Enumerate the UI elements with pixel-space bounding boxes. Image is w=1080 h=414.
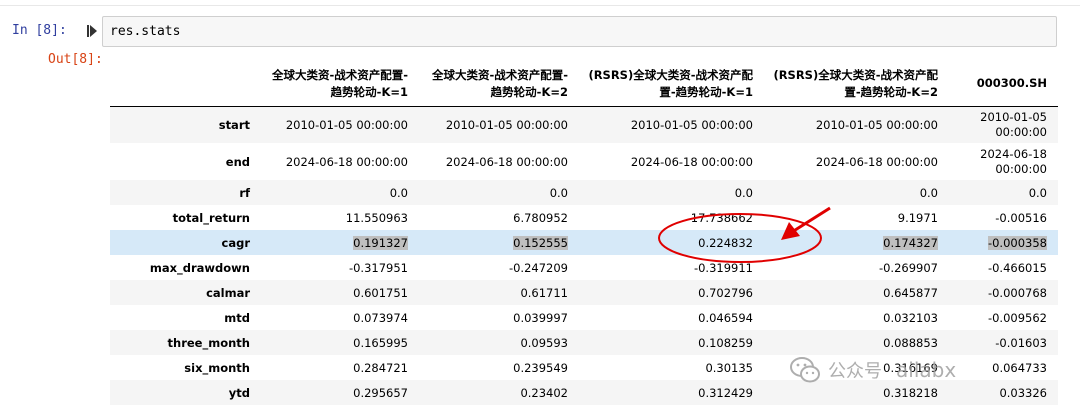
table-cell: 2010-01-05 00:00:00: [630, 117, 753, 132]
row-label: rf: [239, 185, 250, 200]
row-label: total_return: [172, 210, 250, 225]
table-cell: 0.601751: [353, 285, 408, 300]
table-cell: -0.269907: [878, 260, 938, 275]
column-header: 全球大类资-战术资产配置- 趋势轮动-K=1: [261, 62, 419, 107]
table-row: rf 0.0 0.0 0.0 0.0 0.0: [110, 180, 1058, 205]
table-cell: 6.780952: [513, 210, 568, 225]
selected-value: 0.224832: [698, 235, 753, 250]
table-cell: 2024-06-18 00:00:00: [630, 154, 753, 169]
row-label: end: [225, 154, 250, 169]
table-cell: 0.0: [1028, 185, 1047, 200]
row-label: three_month: [167, 335, 250, 350]
row-label: six_month: [184, 360, 250, 375]
table-cell: -0.00516: [995, 210, 1047, 225]
table-cell: 2010-01-05 00:00:00: [285, 117, 408, 132]
table-cell: 0.191327: [261, 230, 419, 255]
table-cell: -0.319911: [693, 260, 753, 275]
wechat-icon: [790, 357, 820, 383]
table-cell: 0.152555: [419, 230, 579, 255]
row-label: max_drawdown: [149, 260, 250, 275]
run-cell-icon[interactable]: [87, 25, 97, 37]
table-row: cagr 0.191327 0.152555 0.224832 0.174327 -0.0…: [110, 230, 1058, 255]
table-cell: -0.000768: [987, 285, 1047, 300]
table-cell: 0.174327: [764, 230, 949, 255]
table-cell: 2024-06-18 00:00:00: [285, 154, 408, 169]
row-label: cagr: [221, 235, 250, 250]
table-cell: 0.09593: [520, 335, 568, 350]
table-cell: 9.1971: [897, 210, 938, 225]
table-cell: 0.039997: [513, 310, 568, 325]
watermark-text-1: 公众号: [828, 361, 882, 382]
table-cell: -0.247209: [508, 260, 568, 275]
table-cell: 0.0: [734, 185, 753, 200]
table-cell: 2010-01-05 00:00:00: [980, 109, 1047, 139]
row-label: calmar: [206, 285, 250, 300]
table-cell: 2010-01-05 00:00:00: [815, 117, 938, 132]
table-cell: -0.009562: [987, 310, 1047, 325]
table-cell: 0.0: [549, 185, 568, 200]
output-prompt: Out[8]:: [48, 52, 103, 67]
input-prompt: In [8]:: [12, 23, 67, 38]
column-header: (RSRS)全球大类资-战术资产配 置-趋势轮动-K=1: [579, 62, 764, 107]
table-cell: 0.0: [919, 185, 938, 200]
table-row: start 2010-01-05 00:00:00 2010-01-05 00:00…: [110, 106, 1058, 143]
table-cell: 2010-01-05 00:00:00: [445, 117, 568, 132]
table-cell: 0.61711: [520, 285, 568, 300]
table-cell: 0.0: [389, 185, 408, 200]
table-cell: 0.295657: [353, 385, 408, 400]
table-cell: -0.317951: [348, 260, 408, 275]
table-cell: -0.01603: [995, 335, 1047, 350]
table-cell: 11.550963: [345, 210, 408, 225]
table-row: calmar 0.601751 0.61711 0.702796 0.645877 -0.…: [110, 280, 1058, 305]
selected-value: 0.152555: [513, 235, 568, 250]
table-cell: 0.032103: [883, 310, 938, 325]
table-cell: 2024-06-18 00:00:00: [980, 146, 1047, 176]
table-cell: 2024-06-18 00:00:00: [815, 154, 938, 169]
table-cell: 0.03326: [999, 385, 1047, 400]
table-cell: 0.064733: [992, 360, 1047, 375]
table-cell: 0.088853: [883, 335, 938, 350]
watermark-text-2: ailabx: [896, 358, 957, 382]
table-cell: 0.702796: [698, 285, 753, 300]
code-input[interactable]: res.stats: [102, 16, 1057, 47]
table-cell: 0.284721: [353, 360, 408, 375]
column-header: (RSRS)全球大类资-战术资产配 置-趋势轮动-K=2: [764, 62, 949, 107]
row-label: ytd: [228, 385, 250, 400]
table-cell: 0.30135: [705, 360, 753, 375]
selected-value: 0.191327: [353, 235, 408, 250]
table-cell: 0.046594: [698, 310, 753, 325]
watermark: 公众号 ailabx: [790, 355, 956, 385]
table-cell: 0.23402: [520, 385, 568, 400]
table-cell: 0.073974: [353, 310, 408, 325]
table-cell: 2024-06-18 00:00:00: [445, 154, 568, 169]
table-cell: 0.312429: [698, 385, 753, 400]
table-cell: -0.466015: [987, 260, 1047, 275]
selected-value: -0.000358: [987, 235, 1047, 250]
table-header-row: 全球大类资-战术资产配置- 趋势轮动-K=1 全球大类资-战术资产配置- 趋势轮动…: [110, 62, 1058, 107]
table-cell: 0.165995: [353, 335, 408, 350]
table-row: total_return 11.550963 6.780952 17.738662 9.…: [110, 205, 1058, 230]
table-row: end 2024-06-18 00:00:00 2024-06-18 00:00:0…: [110, 143, 1058, 180]
column-header: 000300.SH: [949, 62, 1058, 107]
table-cell: -0.000358: [949, 230, 1058, 255]
table-cell: 0.239549: [513, 360, 568, 375]
table-cell: 0.224832: [579, 230, 764, 255]
stats-table: 全球大类资-战术资产配置- 趋势轮动-K=1 全球大类资-战术资产配置- 趋势轮动…: [110, 62, 1058, 405]
table-row: mtd 0.073974 0.039997 0.046594 0.032103 -0.00…: [110, 305, 1058, 330]
row-label: start: [218, 117, 250, 132]
table-cell: 17.738662: [690, 210, 753, 225]
selected-value: 0.174327: [883, 235, 938, 250]
column-header: 全球大类资-战术资产配置- 趋势轮动-K=2: [419, 62, 579, 107]
table-cell: 0.645877: [883, 285, 938, 300]
row-label: mtd: [224, 310, 250, 325]
table-row: max_drawdown -0.317951 -0.247209 -0.319911 -…: [110, 255, 1058, 280]
index-header: [110, 62, 261, 107]
top-border: [0, 0, 1080, 6]
table-cell: 0.108259: [698, 335, 753, 350]
table-row: three_month 0.165995 0.09593 0.108259 0.0888…: [110, 330, 1058, 355]
